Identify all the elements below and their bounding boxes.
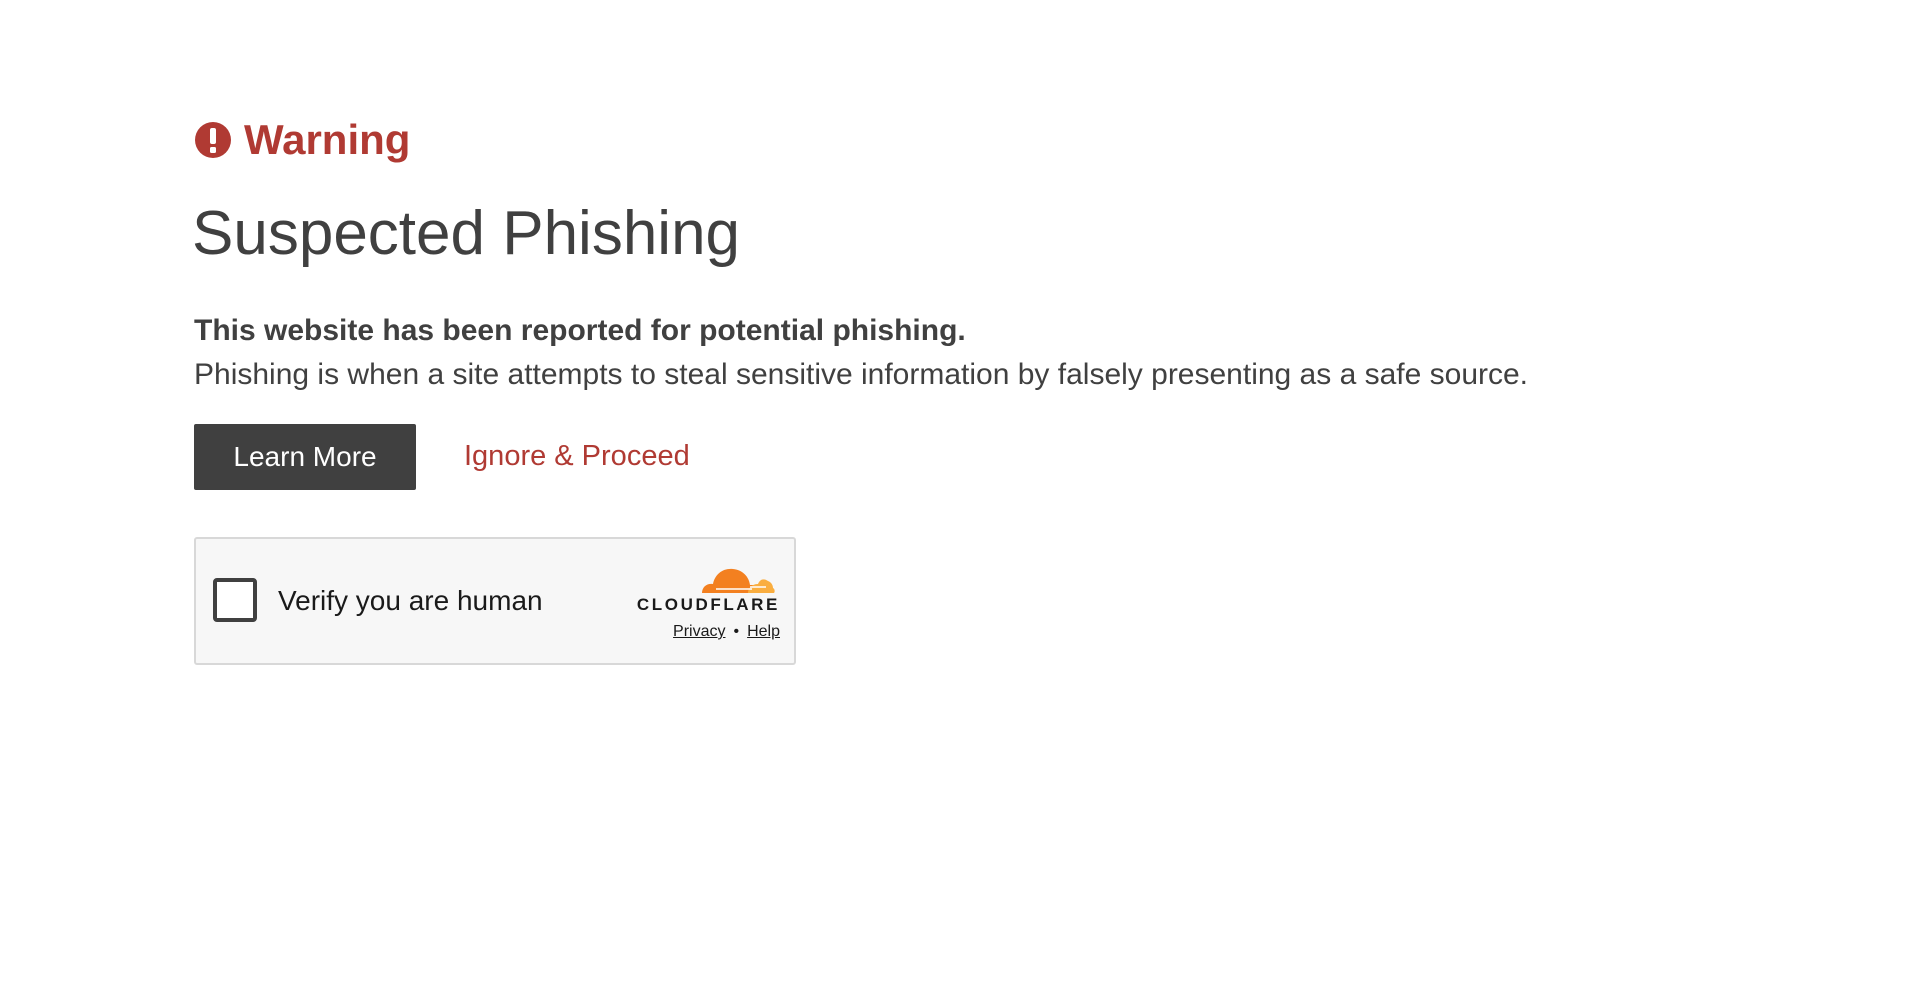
captcha-footer-links: Privacy • Help	[673, 623, 780, 641]
captcha-widget: Verify you are human CLOUDFLARE Privacy …	[194, 537, 796, 665]
privacy-link[interactable]: Privacy	[673, 623, 725, 641]
cloudflare-logo: CLOUDFLARE	[620, 561, 780, 615]
cloudflare-cloud-icon	[696, 561, 776, 595]
phishing-warning-page: Warning Suspected Phishing This website …	[0, 0, 1924, 984]
warning-headline: This website has been reported for poten…	[194, 314, 966, 347]
warning-label: Warning	[244, 116, 411, 163]
verify-human-checkbox[interactable]	[213, 578, 257, 622]
ignore-and-proceed-link[interactable]: Ignore & Proceed	[464, 440, 690, 473]
learn-more-button[interactable]: Learn More	[194, 424, 416, 490]
link-separator: •	[733, 623, 740, 640]
help-link[interactable]: Help	[747, 623, 780, 641]
verify-human-label[interactable]: Verify you are human	[278, 585, 543, 617]
cloudflare-wordmark: CLOUDFLARE	[636, 595, 780, 614]
page-title: Suspected Phishing	[192, 199, 741, 268]
warning-description: Phishing is when a site attempts to stea…	[194, 358, 1529, 391]
warning-header: Warning	[194, 112, 410, 168]
exclamation-circle-icon	[194, 121, 232, 159]
